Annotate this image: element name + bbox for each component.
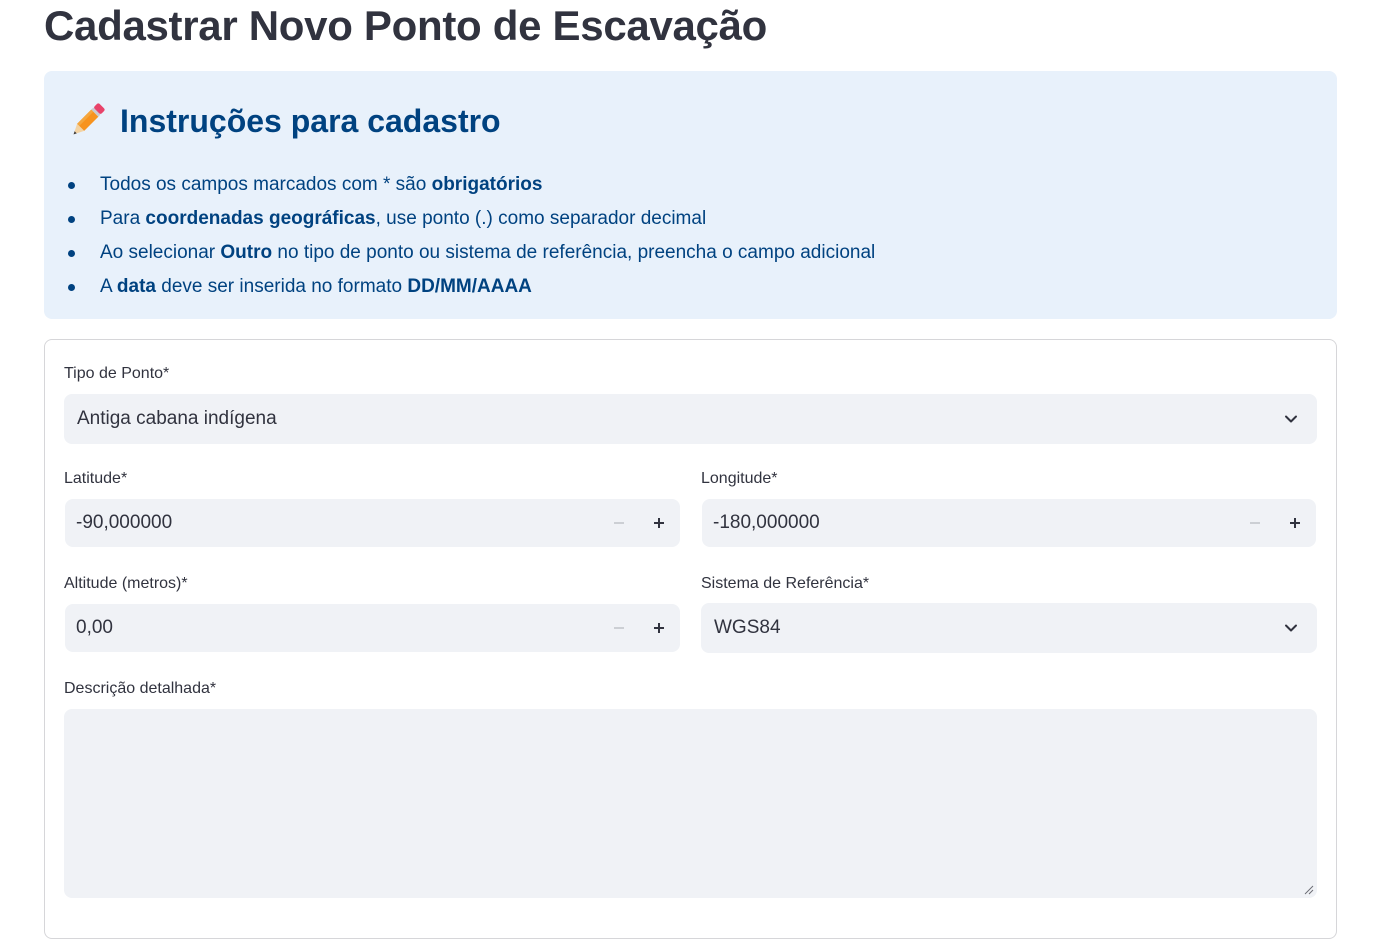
longitude-value: -180,000000 [713,512,820,533]
latitude-value: -90,000000 [76,512,173,533]
resize-handle-icon[interactable] [1304,885,1314,895]
instruction-emphasis: DD/MM/AAAA [407,276,532,297]
latitude-decrement-button[interactable] [610,514,628,532]
plus-icon [654,623,664,633]
pencil-icon [73,103,105,135]
instruction-text: Para [100,208,146,229]
instruction-text: A [100,276,117,297]
latitude-input[interactable]: -90,000000 [65,499,680,547]
instruction-item: Todos os campos marcados com * são obrig… [68,168,875,202]
tipo-ponto-select[interactable]: Antiga cabana indígena [64,394,1317,444]
latitude-label: Latitude* [64,470,128,487]
altitude-value: 0,00 [76,617,113,638]
descricao-textarea[interactable] [64,709,1317,898]
chevron-down-icon [1285,624,1297,632]
instruction-item: Ao selecionar Outro no tipo de ponto ou … [68,236,875,270]
descricao-label: Descrição detalhada* [64,680,217,697]
instruction-emphasis: data [116,276,156,297]
altitude-decrement-button[interactable] [610,619,628,637]
longitude-decrement-button[interactable] [1246,514,1264,532]
minus-icon [614,522,624,524]
instructions-list: Todos os campos marcados com * são obrig… [68,168,875,304]
altitude-increment-button[interactable] [650,619,668,637]
instruction-text: , use ponto (.) como separador decimal [375,208,707,229]
instruction-text: Todos os campos marcados com * são [100,174,432,195]
instructions-header: Instruções para cadastro [68,101,501,141]
latitude-increment-button[interactable] [650,514,668,532]
instruction-emphasis: coordenadas geográficas [145,208,376,229]
instruction-item: Para coordenadas geográficas, use ponto … [68,202,875,236]
instruction-emphasis: Outro [220,242,273,263]
instruction-text: deve ser inserida no formato [155,276,408,297]
instruction-item: A data deve ser inserida no formato DD/M… [68,270,875,304]
page-title: Cadastrar Novo Ponto de Escavação [44,2,768,49]
instruction-text: Ao selecionar [100,242,221,263]
minus-icon [614,627,624,629]
sistema-referencia-value: WGS84 [714,617,781,638]
longitude-label: Longitude* [701,470,778,487]
altitude-input[interactable]: 0,00 [65,604,680,652]
minus-icon [1250,522,1260,524]
chevron-down-icon [1285,415,1297,423]
plus-icon [1290,518,1300,528]
plus-icon [654,518,664,528]
altitude-label: Altitude (metros)* [64,575,188,592]
tipo-ponto-label: Tipo de Ponto* [64,365,170,382]
form-container: Tipo de Ponto* Antiga cabana indígena La… [44,339,1337,939]
sistema-referencia-label: Sistema de Referência* [701,575,870,592]
longitude-increment-button[interactable] [1286,514,1304,532]
instruction-emphasis: obrigatórios [431,174,543,195]
instructions-box: Instruções para cadastro Todos os campos… [44,71,1337,319]
instruction-text: no tipo de ponto ou sistema de referênci… [272,242,876,263]
longitude-input[interactable]: -180,000000 [702,499,1316,547]
sistema-referencia-select[interactable]: WGS84 [701,603,1317,653]
instructions-title: Instruções para cadastro [120,103,501,139]
tipo-ponto-value: Antiga cabana indígena [77,408,277,429]
